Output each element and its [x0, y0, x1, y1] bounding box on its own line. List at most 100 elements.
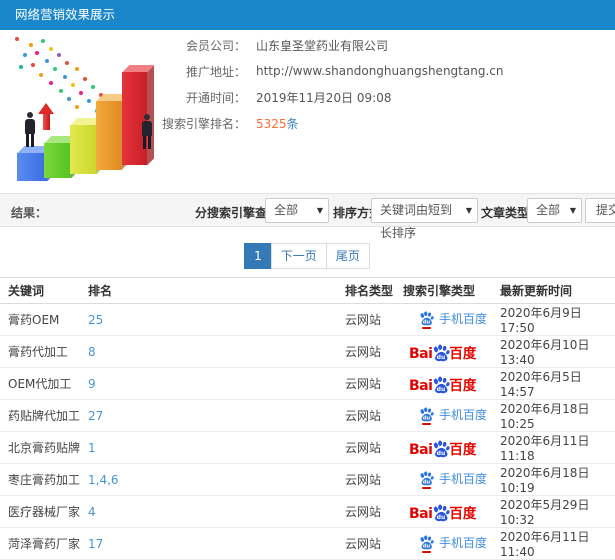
- rank-link[interactable]: 8: [88, 345, 96, 359]
- open-time-label: 开通时间：: [185, 90, 246, 105]
- keyword-cell: 医疗器械厂家: [0, 495, 88, 528]
- keyword-cell: 菏泽膏药厂家: [0, 527, 88, 560]
- baidu-paw-icon: du: [432, 344, 450, 362]
- keyword-cell: 膏药OEM: [0, 303, 88, 336]
- rank-link[interactable]: 1,4,6: [88, 473, 119, 487]
- rank-count-unit[interactable]: 条: [287, 117, 299, 131]
- keyword-cell: 北京膏药贴牌: [0, 431, 88, 464]
- rank-link[interactable]: 27: [88, 409, 103, 423]
- table-row: 北京膏药贴牌 1 云网站 Bai du 百度 2020年6月11日 11:18: [0, 431, 615, 464]
- baidu-logo: Bai du 百度: [409, 342, 476, 362]
- sort-select[interactable]: 关键词由短到长排序 ▼: [371, 198, 478, 240]
- rank-type-cell: 云网站: [345, 399, 403, 432]
- update-time-cell: 2020年6月18日 10:25: [500, 399, 615, 432]
- keyword-rank-table: 关键词 排名 排名类型 搜索引擎类型 最新更新时间 膏药OEM 25 云网站 d…: [0, 277, 615, 560]
- svg-text:du: du: [423, 544, 431, 550]
- col-header-rank: 排名: [88, 277, 345, 304]
- baidu-logo-cn: 百度: [449, 505, 477, 522]
- table-row: 医疗器械厂家 4 云网站 Bai du 百度 2020年5月29日 10:32: [0, 495, 615, 528]
- company-link[interactable]: 山东皇圣堂药业有限公司: [256, 37, 388, 54]
- chevron-down-icon: ▼: [569, 206, 576, 215]
- baidu-logo-cn: 百度: [449, 377, 477, 394]
- baidu-logo: Bai du 百度: [409, 502, 476, 522]
- svg-text:du: du: [437, 354, 446, 361]
- info-row-open-time: 开通时间： 2019年11月20日 09:08: [130, 88, 610, 106]
- svg-text:du: du: [423, 480, 431, 486]
- promo-url-label: 推广地址：: [185, 64, 246, 79]
- update-time-cell: 2020年6月9日 17:50: [500, 303, 615, 336]
- submit-button[interactable]: 提交: [585, 198, 615, 223]
- mobile-baidu-logo: du 手机百度: [419, 406, 488, 425]
- svg-text:du: du: [423, 320, 431, 326]
- rank-link[interactable]: 1: [88, 441, 96, 455]
- baidu-paw-icon: du: [432, 504, 450, 522]
- baidu-logo: Bai du 百度: [409, 374, 476, 394]
- update-time-cell: 2020年6月11日 11:18: [500, 431, 615, 464]
- businessman-figure-left: [22, 112, 38, 147]
- baidu-logo: Bai du 百度: [409, 438, 476, 458]
- baidu-logo-bai: Bai: [409, 441, 433, 458]
- filter-bar: 结果： 分搜索引擎查看 全部 ▼ 排序方式 关键词由短到长排序 ▼ 文章类型 全…: [0, 193, 615, 240]
- keyword-cell: OEM代加工: [0, 367, 88, 400]
- info-row-url: 推广地址： http://www.shandonghuangshengtang.…: [130, 62, 610, 80]
- svg-text:du: du: [437, 450, 446, 457]
- engine-label: 手机百度: [439, 536, 488, 550]
- rank-link[interactable]: 9: [88, 377, 96, 391]
- table-row: 药贴牌代加工 27 云网站 du 手机百度 2020年6月18日 10:25: [0, 399, 615, 432]
- update-time-cell: 2020年6月10日 13:40: [500, 335, 615, 368]
- baidu-logo-cn: 百度: [449, 441, 477, 458]
- pagination: 1 下一页 尾页: [0, 243, 615, 269]
- rank-type-cell: 云网站: [345, 367, 403, 400]
- engine-view-select[interactable]: 全部 ▼: [265, 198, 329, 223]
- rank-link[interactable]: 4: [88, 505, 96, 519]
- col-header-keyword: 关键词: [0, 277, 88, 304]
- info-row-rank-count: 搜索引擎排名： 5325条: [130, 114, 610, 132]
- baidu-paw-icon: du: [432, 376, 450, 394]
- rank-link[interactable]: 17: [88, 537, 103, 551]
- mobile-baidu-logo: du 手机百度: [419, 310, 487, 329]
- col-header-update-time: 最新更新时间: [500, 277, 615, 304]
- baidu-paw-icon: du: [419, 311, 434, 329]
- bar-yellow: [70, 125, 96, 174]
- keyword-cell: 膏药代加工: [0, 335, 88, 368]
- bar-orange: [96, 101, 121, 170]
- baidu-logo-bai: Bai: [409, 345, 433, 362]
- chevron-down-icon: ▼: [465, 206, 472, 215]
- member-info-panel: 会员公司： 山东皇圣堂药业有限公司 推广地址： http://www.shand…: [130, 36, 610, 140]
- table-row: 菏泽膏药厂家 17 云网站 du 手机百度 2020年6月11日 11:40: [0, 527, 615, 560]
- baidu-logo-cn: 百度: [449, 345, 477, 362]
- next-page-button[interactable]: 下一页: [270, 243, 327, 269]
- open-time-value: 2019年11月20日 09:08: [256, 90, 392, 105]
- article-type-select[interactable]: 全部 ▼: [527, 198, 582, 223]
- top-header-bar: 网络营销效果展示: [0, 0, 615, 30]
- last-page-button[interactable]: 尾页: [325, 243, 370, 269]
- update-time-cell: 2020年5月29日 10:32: [500, 495, 615, 528]
- sort-selected-value: 关键词由短到长排序: [380, 203, 453, 240]
- bar-green: [44, 143, 71, 178]
- svg-text:du: du: [423, 416, 431, 422]
- engine-view-selected-value: 全部: [274, 203, 299, 217]
- update-time-cell: 2020年6月11日 11:40: [500, 527, 615, 560]
- rank-link[interactable]: 25: [88, 313, 103, 327]
- rank-type-cell: 云网站: [345, 335, 403, 368]
- rank-type-cell: 云网站: [345, 495, 403, 528]
- page-button-current[interactable]: 1: [244, 243, 272, 269]
- rank-type-cell: 云网站: [345, 431, 403, 464]
- rank-count-value: 5325条: [256, 115, 299, 132]
- table-row: 膏药代加工 8 云网站 Bai du 百度 2020年6月10日 13:40: [0, 335, 615, 368]
- col-header-engine-type: 搜索引擎类型: [403, 277, 500, 304]
- confetti-dots-decoration: [15, 37, 19, 41]
- rank-type-cell: 云网站: [345, 527, 403, 560]
- update-time-cell: 2020年6月18日 10:19: [500, 463, 615, 496]
- baidu-paw-icon: du: [419, 471, 434, 489]
- engine-label: 手机百度: [439, 408, 488, 422]
- article-type-label: 文章类型: [481, 206, 530, 220]
- table-row: OEM代加工 9 云网站 Bai du 百度 2020年6月5日 14:57: [0, 367, 615, 400]
- promo-url-link[interactable]: http://www.shandonghuangshengtang.cn: [256, 64, 503, 78]
- engine-label: 手机百度: [439, 472, 488, 486]
- keyword-cell: 枣庄膏药加工: [0, 463, 88, 496]
- col-header-rank-type: 排名类型: [345, 277, 403, 304]
- rank-type-cell: 云网站: [345, 303, 403, 336]
- rank-count-label: 搜索引擎排名：: [161, 116, 246, 131]
- baidu-paw-icon: du: [432, 440, 450, 458]
